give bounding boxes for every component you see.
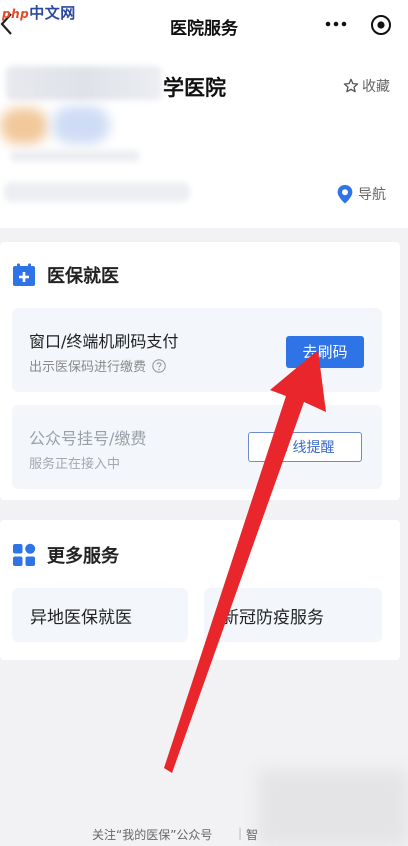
- medical-insurance-header: 医保就医: [12, 262, 119, 288]
- remote-insurance-tile[interactable]: 异地医保就医: [12, 588, 188, 642]
- online-reminder-button[interactable]: 线提醒: [248, 432, 362, 462]
- favorite-button[interactable]: 收藏: [343, 76, 390, 96]
- favorite-label: 收藏: [362, 79, 390, 95]
- service-subtitle: 服务正在接入中: [29, 457, 121, 472]
- service-title: 公众号挂号/缴费: [29, 429, 147, 448]
- help-icon[interactable]: [152, 358, 166, 373]
- hospital-name: 学医院: [163, 76, 226, 100]
- service-subtitle-text: 出示医保码进行缴费: [29, 360, 147, 375]
- online-reminder-label: 线提醒: [292, 440, 335, 456]
- medical-insurance-card: 医保就医 窗口/终端机刷码支付 出示医保码进行缴费 去刷码 公众号挂号/缴费 服…: [0, 242, 400, 500]
- section-title: 医保就医: [47, 266, 119, 287]
- hospital-header: 学医院 收藏 导航: [0, 50, 408, 228]
- qr-payment-service[interactable]: 窗口/终端机刷码支付 出示医保码进行缴费 去刷码: [12, 308, 382, 392]
- blurred-hospital-name: [6, 66, 162, 100]
- bell-icon: [277, 441, 287, 454]
- location-pin-icon: [337, 185, 353, 204]
- footer-follow-link[interactable]: 关注“我的医保”公众号: [92, 826, 212, 843]
- calendar-plus-icon: [13, 263, 35, 286]
- covid-service-tile[interactable]: 新冠防疫服务: [204, 588, 382, 642]
- blurred-address: [4, 182, 190, 202]
- blurred-logo: [0, 108, 48, 144]
- footer-separator: |: [238, 826, 243, 840]
- service-title: 窗口/终端机刷码支付: [29, 332, 179, 351]
- top-bar: php中文网 医院服务: [0, 0, 408, 50]
- blurred-logo: [52, 106, 110, 144]
- scan-code-button[interactable]: 去刷码: [286, 336, 364, 368]
- more-icon[interactable]: [325, 18, 347, 30]
- star-icon: [343, 78, 359, 93]
- blurred-corner: [258, 770, 408, 846]
- section-title: 更多服务: [47, 546, 119, 567]
- grid-apps-icon: [13, 543, 36, 566]
- official-account-service[interactable]: 公众号挂号/缴费 服务正在接入中 线提醒: [12, 405, 382, 489]
- footer-right-link[interactable]: 智: [246, 826, 258, 843]
- close-miniprogram-icon[interactable]: [370, 14, 392, 36]
- navigate-button[interactable]: 导航: [336, 184, 386, 204]
- more-services-header: 更多服务: [12, 542, 119, 568]
- more-services-card: 更多服务 异地医保就医 新冠防疫服务: [0, 520, 400, 660]
- blurred-info: [10, 150, 140, 162]
- service-subtitle: 出示医保码进行缴费: [29, 356, 166, 375]
- navigate-label: 导航: [358, 187, 386, 203]
